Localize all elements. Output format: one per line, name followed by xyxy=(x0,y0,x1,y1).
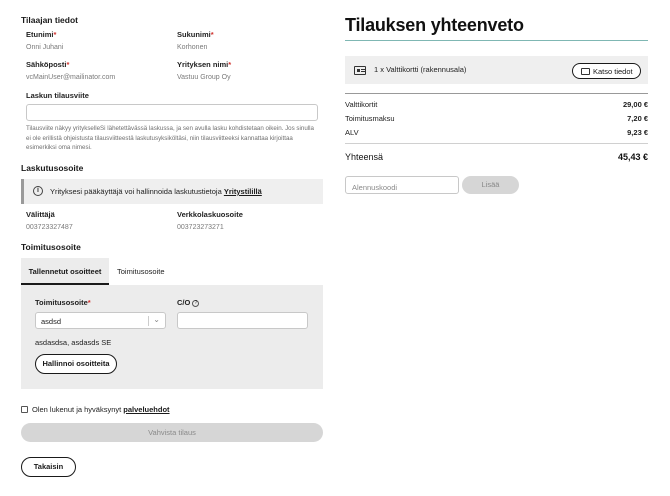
view-details-button[interactable]: Katso tiedot xyxy=(572,63,641,79)
co-input[interactable] xyxy=(177,312,308,329)
operator-value: 003723327487 xyxy=(26,224,73,231)
summary-row-cards: Valttikortit 29,00 € xyxy=(345,100,648,109)
discount-code-field[interactable] xyxy=(345,176,459,196)
id-card-icon xyxy=(581,68,590,75)
address-summary: asdasdsa, asdasds SE xyxy=(35,338,112,347)
summary-divider xyxy=(345,93,648,94)
company-name-value: Vastuu Group Oy xyxy=(177,74,231,81)
terms-label: Olen lukenut ja hyväksynyt palveluehdot xyxy=(32,405,170,414)
terms-link[interactable]: palveluehdot xyxy=(123,405,169,414)
id-card-icon xyxy=(354,66,366,75)
einvoice-address-label: Verkkolaskuosoite xyxy=(177,210,243,219)
view-details-label: Katso tiedot xyxy=(593,67,633,76)
co-label: C/O ? xyxy=(177,298,200,307)
saved-addresses-panel: Toimitusosoite* asdsd ⌄ C/O ? asdasdsa, … xyxy=(21,285,323,389)
operator-label: Välittäjä xyxy=(26,210,55,219)
total-divider xyxy=(345,143,648,144)
info-icon: i xyxy=(33,186,43,196)
tab-delivery-address[interactable]: Toimitusosoite xyxy=(117,258,165,285)
billing-info-box: i Yrityksesi pääkäyttäjä voi hallinnoida… xyxy=(21,179,323,204)
manage-addresses-button[interactable]: Hallinnoi osoitteita xyxy=(35,354,117,374)
delivery-address-label: Toimitusosoite* xyxy=(35,298,91,307)
last-name-label: Sukunimi* xyxy=(177,30,214,39)
billing-info-text: Yrityksesi pääkäyttäjä voi hallinnoida l… xyxy=(50,187,262,196)
confirm-order-button[interactable]: Vahvista tilaus xyxy=(21,423,323,442)
help-icon[interactable]: ? xyxy=(192,299,200,307)
invoice-reference-help: Tilausviite näkyy yritykselleSi lähetett… xyxy=(26,125,314,151)
page-title: Tilauksen yhteenveto xyxy=(345,15,524,35)
summary-row-shipping: Toimitusmaksu 7,20 € xyxy=(345,114,648,123)
invoice-reference-input[interactable] xyxy=(26,104,318,121)
title-divider xyxy=(345,40,648,41)
delivery-tabs: Tallennetut osoitteet Toimitusosoite xyxy=(21,258,323,285)
last-name-value: Korhonen xyxy=(177,44,208,51)
company-name-label: Yrityksen nimi* xyxy=(177,60,232,69)
discount-code-input[interactable] xyxy=(346,179,458,196)
orderer-section-title: Tilaajan tiedot xyxy=(21,15,78,25)
tab-saved-addresses[interactable]: Tallennetut osoitteet xyxy=(21,258,109,285)
einvoice-address-value: 003723273271 xyxy=(177,224,224,231)
first-name-label: Etunimi* xyxy=(26,30,57,39)
add-discount-button[interactable]: Lisää xyxy=(462,176,519,194)
summary-row-vat: ALV 9,23 € xyxy=(345,128,648,137)
back-button[interactable]: Takaisin xyxy=(21,457,76,477)
delivery-address-select[interactable]: asdsd ⌄ xyxy=(35,312,166,329)
delivery-address-selected: asdsd xyxy=(41,317,62,326)
product-line: 1 x Valttikortti (rakennusala) Katso tie… xyxy=(345,56,648,84)
invoice-reference-label: Laskun tilausviite xyxy=(26,91,89,100)
first-name-value: Onni Juhani xyxy=(26,44,64,51)
billing-section-title: Laskutusosoite xyxy=(21,163,84,173)
email-value: vcMainUser@mailinator.com xyxy=(26,74,116,81)
company-account-link[interactable]: Yritystilillä xyxy=(224,187,262,196)
product-text: 1 x Valttikortti (rakennusala) xyxy=(374,65,467,74)
terms-checkbox[interactable] xyxy=(21,406,28,413)
email-label: Sähköposti* xyxy=(26,60,70,69)
delivery-section-title: Toimitusosoite xyxy=(21,242,81,252)
chevron-down-icon: ⌄ xyxy=(153,315,160,324)
